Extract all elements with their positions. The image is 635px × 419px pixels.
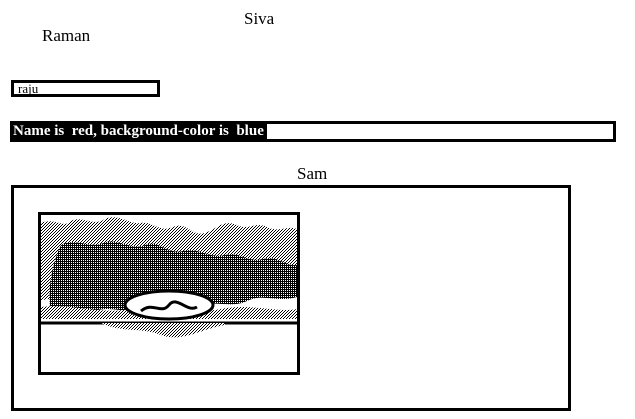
label-sam: Sam	[297, 164, 328, 183]
label-siva: Siva	[244, 9, 275, 28]
landscape-image-icon	[38, 212, 300, 375]
label-raman: Raman	[42, 26, 91, 45]
style-description-text: Name is red, background-color is blue	[13, 124, 267, 139]
name-input[interactable]: raju	[11, 80, 160, 97]
styled-text-bar: Name is red, background-color is blue	[10, 121, 616, 142]
